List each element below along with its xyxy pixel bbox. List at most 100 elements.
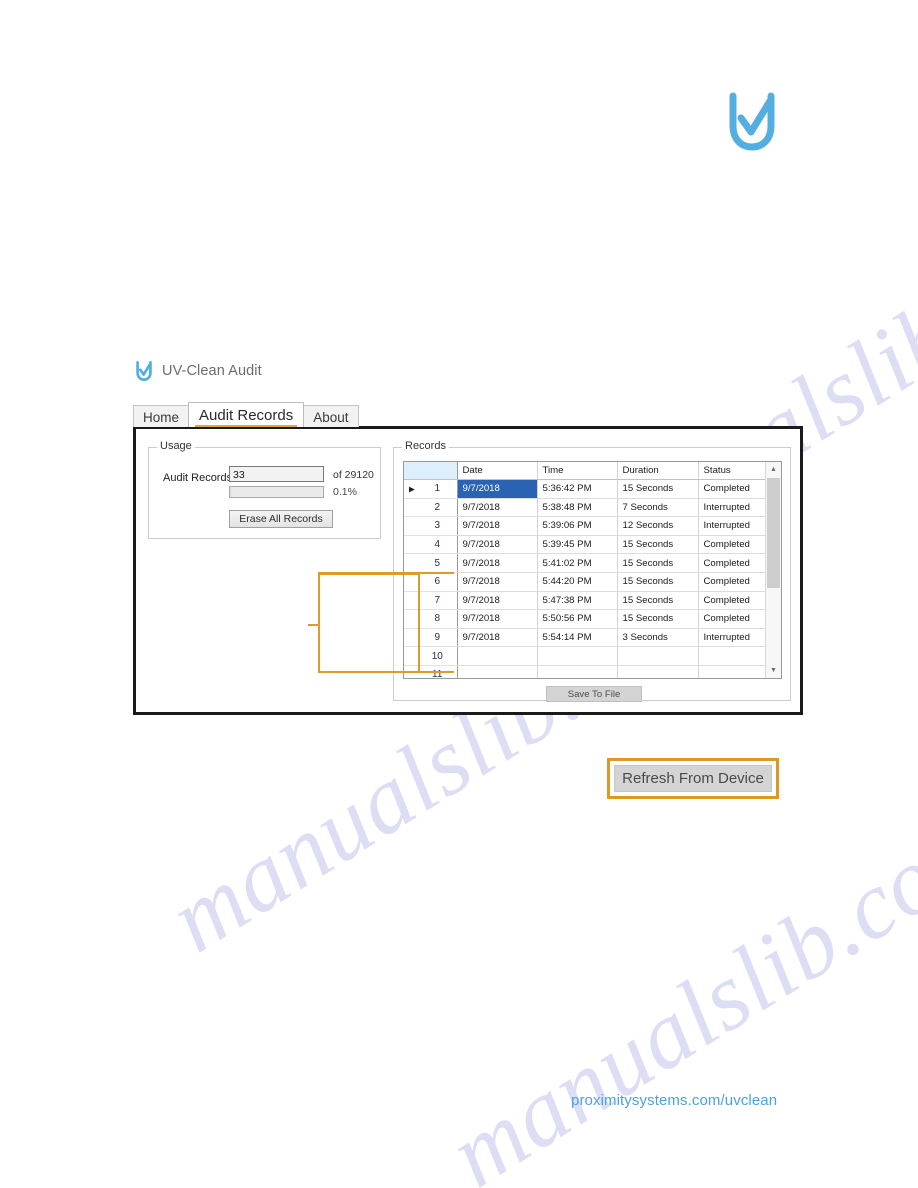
- table-row[interactable]: 9 9/7/2018 5:54:14 PM 3 Seconds Interrupted: [404, 628, 765, 648]
- row-number: 1: [434, 483, 441, 495]
- table-row[interactable]: 5 9/7/2018 5:41:02 PM 15 Seconds Completed: [404, 553, 765, 573]
- cell-time[interactable]: 5:44:20 PM: [537, 572, 618, 592]
- cell-status[interactable]: Interrupted: [698, 628, 765, 648]
- row-header-cell[interactable]: 2: [404, 498, 458, 518]
- cell-duration[interactable]: 15 Seconds: [617, 479, 699, 499]
- usage-group-title: Usage: [157, 441, 195, 452]
- cell-date[interactable]: 9/7/2018: [457, 479, 538, 499]
- cell-duration[interactable]: 12 Seconds: [617, 516, 699, 536]
- cell-duration[interactable]: 15 Seconds: [617, 609, 699, 629]
- cell-status[interactable]: Completed: [698, 535, 765, 555]
- cell-duration[interactable]: 3 Seconds: [617, 628, 699, 648]
- cell-time[interactable]: [537, 646, 618, 666]
- app-title-bar: UV-Clean Audit: [135, 358, 803, 384]
- column-header-date[interactable]: Date: [457, 462, 538, 480]
- row-header-cell[interactable]: 5: [404, 553, 458, 573]
- cell-duration[interactable]: 15 Seconds: [617, 553, 699, 573]
- cell-time[interactable]: [537, 665, 618, 678]
- cell-time[interactable]: 5:47:38 PM: [537, 591, 618, 611]
- uv-clean-check-logo-icon: [726, 92, 778, 154]
- cell-date[interactable]: 9/7/2018: [457, 609, 538, 629]
- row-number: 2: [434, 501, 441, 513]
- footer-website-link[interactable]: proximitysystems.com/uvclean: [571, 1092, 777, 1109]
- cell-status[interactable]: Interrupted: [698, 498, 765, 518]
- cell-time[interactable]: 5:54:14 PM: [537, 628, 618, 648]
- scroll-up-arrow-icon[interactable]: ▲: [766, 462, 781, 477]
- cell-time[interactable]: 5:41:02 PM: [537, 553, 618, 573]
- row-number: 9: [434, 632, 441, 644]
- tab-bar: Home Audit Records About: [133, 402, 803, 427]
- cell-time[interactable]: 5:50:56 PM: [537, 609, 618, 629]
- cell-date[interactable]: 9/7/2018: [457, 498, 538, 518]
- usage-progress-percent: 0.1%: [333, 486, 357, 498]
- cell-status[interactable]: Completed: [698, 553, 765, 573]
- annotation-callout-box: [318, 573, 420, 673]
- records-vertical-scrollbar[interactable]: ▲ ▼: [765, 462, 781, 678]
- cell-status[interactable]: [698, 646, 765, 666]
- cell-time[interactable]: 5:38:48 PM: [537, 498, 618, 518]
- uv-clean-audit-application: UV-Clean Audit Home Audit Records About …: [133, 358, 803, 715]
- cell-date[interactable]: 9/7/2018: [457, 572, 538, 592]
- row-number: 3: [434, 520, 441, 532]
- tab-home[interactable]: Home: [133, 405, 190, 427]
- cell-duration[interactable]: 15 Seconds: [617, 572, 699, 592]
- table-row[interactable]: 8 9/7/2018 5:50:56 PM 15 Seconds Completed: [404, 609, 765, 629]
- table-row[interactable]: 6 9/7/2018 5:44:20 PM 15 Seconds Completed: [404, 572, 765, 592]
- row-header-cell[interactable]: ▶ 1: [404, 479, 458, 499]
- table-row[interactable]: 11: [404, 665, 765, 678]
- usage-progress-bar: [229, 486, 324, 498]
- cell-status[interactable]: Interrupted: [698, 516, 765, 536]
- scroll-down-arrow-icon[interactable]: ▼: [766, 663, 781, 678]
- cell-date[interactable]: 9/7/2018: [457, 553, 538, 573]
- table-row[interactable]: 2 9/7/2018 5:38:48 PM 7 Seconds Interrupted: [404, 498, 765, 518]
- annotation-callout-leader-line: [308, 624, 320, 626]
- refresh-from-device-highlight: Refresh From Device: [607, 758, 779, 799]
- table-row[interactable]: 3 9/7/2018 5:39:06 PM 12 Seconds Interrupted: [404, 516, 765, 536]
- cell-status[interactable]: Completed: [698, 572, 765, 592]
- audit-records-input[interactable]: 33: [229, 466, 324, 482]
- cell-status[interactable]: Completed: [698, 591, 765, 611]
- uv-clean-check-logo-icon: [135, 360, 153, 382]
- scrollbar-thumb[interactable]: [767, 478, 780, 588]
- records-group: Records Date Time Duration Status ▶ 1 9/…: [393, 441, 791, 702]
- table-header-row: Date Time Duration Status: [404, 462, 765, 480]
- table-row[interactable]: 10: [404, 646, 765, 666]
- table-row[interactable]: 7 9/7/2018 5:47:38 PM 15 Seconds Completed: [404, 591, 765, 611]
- row-header-cell[interactable]: 3: [404, 516, 458, 536]
- cell-status[interactable]: [698, 665, 765, 678]
- column-header-select[interactable]: [404, 462, 458, 480]
- cell-duration[interactable]: 15 Seconds: [617, 535, 699, 555]
- refresh-from-device-button[interactable]: Refresh From Device: [614, 765, 772, 792]
- cell-date[interactable]: 9/7/2018: [457, 591, 538, 611]
- records-table-body: ▶ 1 9/7/2018 5:36:42 PM 15 Seconds Completed 2…: [404, 479, 765, 678]
- records-group-title: Records: [402, 441, 449, 452]
- tab-audit-records[interactable]: Audit Records: [188, 402, 305, 427]
- table-row[interactable]: ▶ 1 9/7/2018 5:36:42 PM 15 Seconds Completed: [404, 479, 765, 499]
- erase-all-records-button[interactable]: Erase All Records: [229, 510, 333, 528]
- cell-date[interactable]: [457, 665, 538, 678]
- row-header-cell[interactable]: 4: [404, 535, 458, 555]
- cell-duration[interactable]: [617, 646, 699, 666]
- column-header-duration[interactable]: Duration: [617, 462, 699, 480]
- cell-duration[interactable]: 15 Seconds: [617, 591, 699, 611]
- column-header-time[interactable]: Time: [537, 462, 618, 480]
- cell-date[interactable]: 9/7/2018: [457, 628, 538, 648]
- cell-duration[interactable]: [617, 665, 699, 678]
- cell-date[interactable]: [457, 646, 538, 666]
- column-header-status[interactable]: Status: [698, 462, 765, 480]
- cell-status[interactable]: Completed: [698, 609, 765, 629]
- tab-about[interactable]: About: [303, 405, 359, 427]
- cell-status[interactable]: Completed: [698, 479, 765, 499]
- cell-time[interactable]: 5:39:06 PM: [537, 516, 618, 536]
- cell-time[interactable]: 5:39:45 PM: [537, 535, 618, 555]
- cell-duration[interactable]: 7 Seconds: [617, 498, 699, 518]
- active-tab-underline: [195, 425, 298, 427]
- audit-records-label: Audit Records:: [163, 472, 236, 484]
- row-number: 6: [434, 576, 441, 588]
- cell-date[interactable]: 9/7/2018: [457, 535, 538, 555]
- records-data-grid[interactable]: Date Time Duration Status ▶ 1 9/7/2018 5:36…: [403, 461, 782, 679]
- cell-date[interactable]: 9/7/2018: [457, 516, 538, 536]
- table-row[interactable]: 4 9/7/2018 5:39:45 PM 15 Seconds Completed: [404, 535, 765, 555]
- save-to-file-button[interactable]: Save To File: [546, 686, 642, 702]
- cell-time[interactable]: 5:36:42 PM: [537, 479, 618, 499]
